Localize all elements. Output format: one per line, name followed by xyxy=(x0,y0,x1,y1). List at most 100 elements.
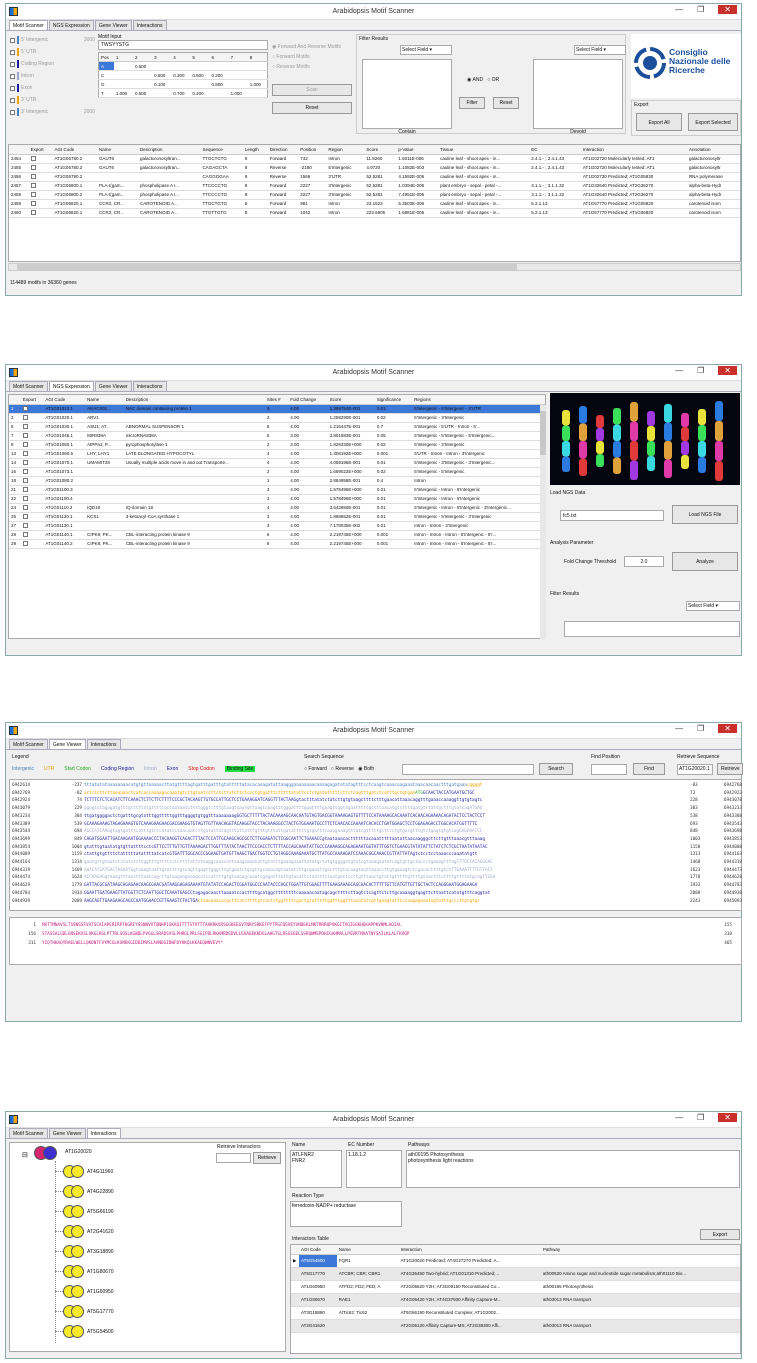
checkbox-icon[interactable] xyxy=(30,156,36,162)
tab-interactions[interactable]: Interactions xyxy=(86,739,121,749)
checkbox-icon[interactable] xyxy=(22,442,28,448)
maximize-icon[interactable]: ❐ xyxy=(697,5,704,14)
checkbox-icon[interactable] xyxy=(22,451,28,457)
table-row[interactable]: 24 AT1G01110.2 IQD18 IQ-domain 18 4 4.00 3.642… xyxy=(9,503,545,513)
table-row[interactable]: 25 AT1G01120.1 KCS1 3-ketoacyl-CoA synthase… xyxy=(9,512,545,522)
pwm-cell[interactable] xyxy=(228,79,248,89)
checkbox-icon[interactable] xyxy=(22,541,28,547)
checkbox-icon[interactable] xyxy=(22,523,28,529)
tab-motif-scanner[interactable]: Motif Scanner xyxy=(9,1128,48,1138)
checkbox-icon[interactable] xyxy=(10,97,15,103)
region-length-value[interactable]: 2000 xyxy=(84,109,95,115)
export-checkbox[interactable] xyxy=(20,449,44,459)
table-row[interactable]: 2460 AT1G06820.1 CCR2; CR... CAROTENOID A..… xyxy=(9,208,740,218)
column-header[interactable]: Significance xyxy=(374,395,413,405)
export-checkbox[interactable] xyxy=(20,503,44,513)
column-header[interactable]: Export xyxy=(28,145,53,155)
pwm-cell[interactable]: 1.000 xyxy=(228,88,248,98)
export-checkbox[interactable] xyxy=(20,404,44,414)
export-checkbox[interactable] xyxy=(20,521,44,531)
table-row[interactable]: 2 AT1G01020.1 ARV1 2 4.00 1.258290E-001 0.02 5'… xyxy=(9,413,545,423)
export-checkbox[interactable] xyxy=(20,512,44,522)
table-row[interactable]: AT2G41620 AT2G05120 Affinity Capture-MS; … xyxy=(291,1319,740,1333)
interaction-tree[interactable]: ⊟ AT1G20020 AT4G11960 AT4G22890 AT5G66190 A… xyxy=(9,1142,286,1352)
table-row[interactable]: 1 AT1G01010.1 ANAC001... NAC domain contain… xyxy=(9,404,545,414)
ngs-filter-list[interactable] xyxy=(564,621,740,637)
motif-results-grid[interactable]: Export AGI Code Name Description Sequence Len… xyxy=(8,144,741,262)
pwm-cell[interactable] xyxy=(209,61,229,71)
table-row[interactable]: 8 AT1G01050.1 AtPPa1; P... pyrophosphorylas… xyxy=(9,440,545,450)
column-header[interactable]: Sequence xyxy=(200,145,243,155)
vertical-scrollbar[interactable] xyxy=(540,405,546,639)
pwm-cell[interactable] xyxy=(132,79,153,89)
checkbox-icon[interactable] xyxy=(22,505,28,511)
column-header[interactable]: p-Value xyxy=(396,145,439,155)
pwm-cell[interactable] xyxy=(190,61,210,71)
checkbox-icon[interactable] xyxy=(10,61,15,67)
export-checkbox[interactable] xyxy=(20,413,44,423)
column-header[interactable]: Tissue xyxy=(438,145,530,155)
checkbox-icon[interactable] xyxy=(30,210,36,216)
scan-direction-radio[interactable]: ○ Reverse Motifs xyxy=(272,64,352,74)
protein-sequence-panel[interactable]: 1 MATTMNAVSLTSSNSSFVATSCAIAPERIRPTKGRFYSS… xyxy=(9,917,742,965)
interactor-node-icon[interactable] xyxy=(71,1245,84,1258)
column-header[interactable]: Length xyxy=(242,145,268,155)
devoid-list[interactable] xyxy=(533,59,623,129)
ngs-results-grid[interactable]: Export AGI Code Name Description Sites # Fold… xyxy=(8,394,546,639)
export-checkbox[interactable] xyxy=(20,494,44,504)
find-button[interactable]: Find xyxy=(633,763,665,775)
interactors-grid[interactable]: AGI Code Name Interaction Pathway ▶ AT5G5450… xyxy=(290,1244,741,1354)
interactor-node[interactable]: AT5G66190 xyxy=(55,1205,114,1218)
checkbox-icon[interactable] xyxy=(10,85,15,91)
table-row[interactable]: AT5G17770 ATCBR; CBR; CBR1 AT4G35450 Two-h… xyxy=(291,1267,740,1281)
table-row[interactable]: 14 AT1G01070.1 UMAMIT28 Usually multiple ac… xyxy=(9,458,545,468)
table-row[interactable]: AT1G60950 ATFD2; FD2; FED; A AT2G05620 Y2H… xyxy=(291,1280,740,1294)
column-header[interactable]: Position xyxy=(298,145,327,155)
pwm-cell[interactable] xyxy=(152,88,172,98)
export-button[interactable]: Export xyxy=(700,1229,740,1240)
checkbox-icon[interactable] xyxy=(22,406,28,412)
tab-motif-scanner[interactable]: Motif Scanner xyxy=(9,20,48,30)
column-header[interactable]: Description xyxy=(123,395,265,405)
tab-gene-viewer[interactable]: Gene Viewer xyxy=(94,381,132,391)
close-icon[interactable]: ✕ xyxy=(718,724,737,733)
scan-button[interactable]: Scan xyxy=(272,84,352,96)
column-header[interactable]: Name xyxy=(336,1245,399,1255)
tab-motif-scanner[interactable]: Motif Scanner xyxy=(9,381,48,391)
checkbox-icon[interactable] xyxy=(10,73,15,79)
interactor-node-icon[interactable] xyxy=(71,1185,84,1198)
load-ngs-file-button[interactable]: Load NGS File xyxy=(672,505,738,524)
column-header[interactable]: Interaction xyxy=(580,145,687,155)
table-row[interactable]: AT1G80670 RAE1 AT4G05420 Y2H; AT4G37930 Af… xyxy=(291,1293,740,1307)
tree-expander-icon[interactable]: ⊟ xyxy=(22,1151,28,1159)
tab-motif-scanner[interactable]: Motif Scanner xyxy=(9,739,48,749)
pwm-cell[interactable] xyxy=(132,70,153,80)
export-checkbox[interactable] xyxy=(28,163,53,173)
checkbox-icon[interactable] xyxy=(22,532,28,538)
export-checkbox[interactable] xyxy=(20,467,44,477)
column-header[interactable]: Annotation xyxy=(686,145,740,155)
pwm-cell[interactable] xyxy=(152,61,172,71)
table-row[interactable]: 2457 AT1G06800.1 PLA-I(gam... phospholipase… xyxy=(9,181,740,191)
reset-button[interactable]: Reset xyxy=(272,102,352,114)
export-checkbox[interactable] xyxy=(20,485,44,495)
search-button[interactable]: Search xyxy=(539,763,573,775)
column-header[interactable]: Region xyxy=(326,145,365,155)
pwm-cell[interactable] xyxy=(190,79,210,89)
interactor-node[interactable]: AT3G18890 xyxy=(55,1245,114,1258)
checkbox-icon[interactable] xyxy=(22,496,28,502)
checkbox-icon[interactable] xyxy=(22,487,28,493)
motif-input-field[interactable]: TWSYYSTG xyxy=(98,40,268,50)
pwm-cell[interactable] xyxy=(171,61,191,71)
table-row[interactable]: 2456 AT1G06790.2 CAGGGGAA 8 Reverse 1566 3'UTR… xyxy=(9,172,740,182)
column-header[interactable]: AGI Code xyxy=(299,1245,337,1255)
minimize-icon[interactable]: — xyxy=(675,366,683,375)
table-row[interactable]: 28 AT1G01140.1 CIPK9; PK... CBL-interacting… xyxy=(9,530,545,540)
column-header[interactable] xyxy=(9,395,21,405)
fold-change-field[interactable]: 2.0 xyxy=(624,556,664,567)
interactor-node[interactable]: AT5G17770 xyxy=(55,1305,114,1318)
maximize-icon[interactable]: ❐ xyxy=(697,724,704,733)
pwm-cell[interactable] xyxy=(247,70,268,80)
table-row[interactable]: 16 AT1G01073.1 2 4.00 1.659022E+000 0.02 5'Int… xyxy=(9,467,545,477)
interactor-node-icon[interactable] xyxy=(71,1205,84,1218)
